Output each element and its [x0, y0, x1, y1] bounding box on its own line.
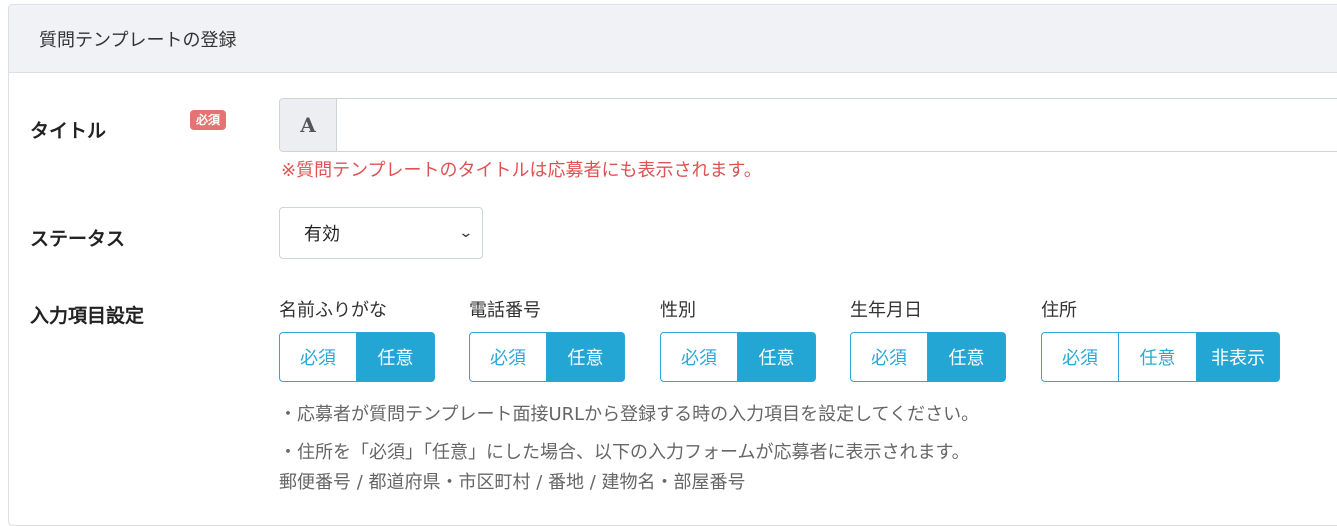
input-settings-label: 入力項目設定 — [30, 305, 145, 327]
page-title: 質問テンプレートの登録 — [39, 29, 237, 51]
title-input[interactable] — [337, 99, 1337, 151]
segmented-control: 必須 任意 — [279, 332, 435, 382]
option-hidden-button[interactable]: 非表示 — [1197, 332, 1280, 382]
option-required-button[interactable]: 必須 — [469, 332, 547, 382]
option-required-button[interactable]: 必須 — [850, 332, 928, 382]
card-header: 質問テンプレートの登録 — [9, 5, 1337, 73]
title-note: ※質問テンプレートのタイトルは応募者にも表示されます。 — [281, 160, 762, 181]
segmented-control: 必須 任意 非表示 — [1041, 332, 1280, 382]
option-optional-button[interactable]: 任意 — [1119, 332, 1197, 382]
field-group-phone: 電話番号 必須 任意 — [469, 296, 625, 382]
option-required-button[interactable]: 必須 — [1041, 332, 1119, 382]
field-name: 名前ふりがな — [279, 300, 387, 321]
field-group-furigana: 名前ふりがな 必須 任意 — [279, 296, 435, 382]
field-group-birthdate: 生年月日 必須 任意 — [850, 296, 1006, 382]
help-text-3: 郵便番号 / 都道府県・市区町村 / 番地 / 建物名・部屋番号 — [279, 472, 746, 493]
field-name: 性別 — [660, 300, 696, 321]
field-name: 住所 — [1041, 300, 1077, 321]
status-label: ステータス — [30, 228, 126, 250]
option-optional-button[interactable]: 任意 — [357, 332, 435, 382]
option-optional-button[interactable]: 任意 — [547, 332, 625, 382]
field-group-gender: 性別 必須 任意 — [660, 296, 816, 382]
option-required-button[interactable]: 必須 — [660, 332, 738, 382]
text-format-icon: A — [280, 99, 337, 151]
status-selected-value: 有効 — [304, 224, 340, 245]
title-label: タイトル — [30, 120, 107, 142]
segmented-control: 必須 任意 — [469, 332, 625, 382]
required-badge: 必須 — [190, 110, 227, 130]
help-text-1: ・応募者が質問テンプレート面接URLから登録する時の入力項目を設定してください。 — [279, 404, 980, 425]
field-group-address: 住所 必須 任意 非表示 — [1041, 296, 1280, 382]
field-name: 生年月日 — [850, 300, 922, 321]
status-select[interactable]: 有効 ⌄ — [279, 207, 483, 259]
option-optional-button[interactable]: 任意 — [928, 332, 1006, 382]
title-input-group: A — [279, 98, 1337, 152]
segmented-control: 必須 任意 — [660, 332, 816, 382]
help-text-2: ・住所を「必須」「任意」にした場合、以下の入力フォームが応募者に表示されます。 — [279, 442, 970, 463]
segmented-control: 必須 任意 — [850, 332, 1006, 382]
chevron-down-icon: ⌄ — [458, 225, 474, 241]
option-required-button[interactable]: 必須 — [279, 332, 357, 382]
field-name: 電話番号 — [469, 300, 541, 321]
option-optional-button[interactable]: 任意 — [738, 332, 816, 382]
